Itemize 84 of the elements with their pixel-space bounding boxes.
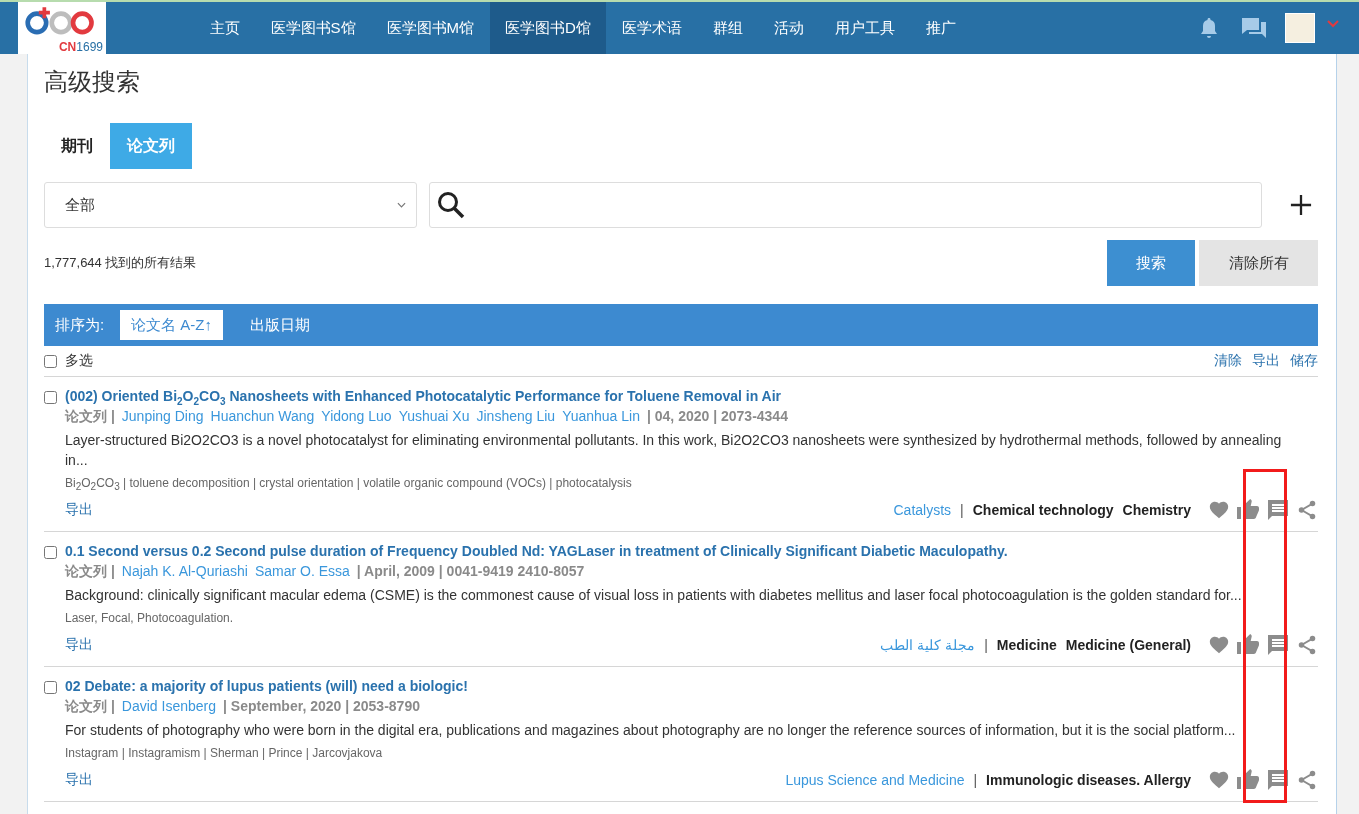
- author-link[interactable]: Yuanhua Lin: [562, 406, 640, 426]
- author-link[interactable]: Jinsheng Liu: [476, 406, 556, 426]
- export-link[interactable]: 导出: [65, 636, 93, 654]
- keywords-text: Laser, Focal, Photocoagulation.: [65, 610, 235, 627]
- share-icon[interactable]: [1296, 634, 1318, 656]
- comment-icon[interactable]: [1266, 498, 1290, 522]
- author-link[interactable]: David Isenberg: [121, 696, 216, 716]
- author-link[interactable]: Yushuai Xu: [398, 406, 470, 426]
- subject-label: Medicine (General): [1065, 637, 1191, 653]
- thumbs-up-icon[interactable]: [1236, 768, 1260, 792]
- nav-link[interactable]: 主页: [194, 2, 255, 54]
- avatar-thumbnail[interactable]: [1285, 13, 1315, 43]
- heart-icon[interactable]: [1208, 769, 1230, 791]
- select-all-checkbox[interactable]: [44, 354, 57, 368]
- page-title: 高级搜索: [44, 67, 141, 97]
- separator-text: |: [973, 772, 978, 788]
- abstract-text: For students of photography who were born in the digital era, publications and magazines about photography are no longer the reference sources of information, but it is the social platform...: [65, 721, 1237, 740]
- sort-label: 排序为:: [55, 315, 105, 335]
- subject-label: Chemical technology: [972, 502, 1114, 518]
- nav-link[interactable]: 活动: [758, 2, 820, 54]
- comment-icon[interactable]: [1266, 768, 1290, 792]
- author-link[interactable]: Huanchun Wang: [210, 406, 315, 426]
- chevron-down-icon: [397, 202, 406, 208]
- nav-link[interactable]: 推广: [910, 2, 972, 54]
- comment-icon[interactable]: [1266, 633, 1290, 657]
- subject-label: Medicine: [996, 637, 1057, 653]
- author-link[interactable]: Junping Ding: [121, 406, 204, 426]
- sort-option[interactable]: 出版日期: [239, 310, 321, 340]
- article-type: 论文列 |: [65, 562, 115, 581]
- article-title-link[interactable]: 0.1 Second versus 0.2 Second pulse duration of Frequency Doubled Nd: YAGLaser in treatment of Clinically Significant Diabetic Maculopathy.: [65, 542, 1318, 561]
- scope-dropdown[interactable]: 全部: [44, 182, 417, 228]
- heart-icon[interactable]: [1208, 499, 1230, 521]
- sort-option[interactable]: 论文名 A-Z↑: [120, 310, 223, 340]
- plus-icon[interactable]: [1290, 194, 1312, 216]
- toolbar-link[interactable]: 储存: [1290, 352, 1318, 370]
- separator-text: |: [984, 637, 988, 653]
- heart-icon[interactable]: [1208, 634, 1230, 656]
- search-icon: [437, 191, 465, 219]
- select-checkbox[interactable]: [44, 546, 57, 559]
- export-link[interactable]: 导出: [65, 771, 93, 789]
- abstract-text: Layer-structured Bi2O2CO3 is a novel photocatalyst for eliminating environmental pollutants. In this work, Bi2O2CO3 nanosheets were synthesized by hydrothermal methods, followed by annealing in...: [65, 431, 1283, 470]
- nav-link[interactable]: 用户工具: [819, 2, 911, 54]
- keywords-text: Instagram | Instagramism | Sherman | Prince | Jarcovjakova: [65, 745, 384, 762]
- separator-text: |: [960, 502, 964, 518]
- journal-link[interactable]: Lupus Science and Medicine: [785, 772, 965, 788]
- share-icon[interactable]: [1296, 769, 1318, 791]
- keywords-text: Bi$_{2}$O$_{2}$CO$_{3}$ | toluene decomposition | crystal orientation | volatile organic compound (VOCs) | photocatalysis: [65, 475, 633, 492]
- journal-link[interactable]: مجلة كلية الطب: [880, 637, 976, 653]
- toolbar-link[interactable]: 清除: [1214, 352, 1242, 370]
- journal-link[interactable]: Catalysts: [893, 502, 952, 518]
- select-all-label: 多选: [65, 352, 93, 370]
- nav-link[interactable]: 群组: [697, 2, 759, 54]
- nav-link[interactable]: 医学图书S馆: [255, 2, 371, 54]
- select-checkbox[interactable]: [44, 391, 57, 404]
- author-link[interactable]: Najah K. Al-Quriashi: [121, 561, 248, 581]
- nav-link[interactable]: 医学图书D馆: [489, 2, 607, 54]
- toolbar-link[interactable]: 导出: [1252, 352, 1280, 370]
- share-icon[interactable]: [1296, 499, 1318, 521]
- nav-link[interactable]: 医学图书M馆: [371, 2, 490, 54]
- article-title-link[interactable]: 02 Debate: a majority of lupus patients (will) need a biologic!: [65, 677, 1318, 696]
- thumbs-up-icon[interactable]: [1236, 498, 1260, 522]
- site-logo[interactable]: CN1699: [18, 2, 106, 54]
- export-link[interactable]: 导出: [65, 501, 93, 519]
- select-checkbox[interactable]: [44, 681, 57, 694]
- publication-info: | 04, 2020 | 2073-4344: [647, 407, 788, 426]
- abstract-text: Background: clinically significant macular edema (CSME) is the commonest cause of visual loss in patients with diabetes mellitus and laser focal photocoagulation is the golden standard for...: [65, 586, 1243, 605]
- logo-text: CN1699: [58, 40, 103, 54]
- result-count: 1,777,644 找到的所有结果: [44, 254, 197, 272]
- publication-info: | April, 2009 | 0041-9419 2410-8057: [356, 562, 585, 581]
- article-type: 论文列 |: [65, 697, 115, 716]
- subject-label: Immunologic diseases. Allergy: [986, 772, 1191, 788]
- chat-icon[interactable]: [1241, 16, 1267, 40]
- article-title-link[interactable]: (002) Oriented Bi$_{2}$O$_{2}$CO$_{3}$ Nanosheets with Enhanced Photocatalytic Performance for Toluene Removal in Air: [65, 387, 1318, 406]
- article-type: 论文列 |: [65, 407, 115, 426]
- search-button[interactable]: 搜索: [1107, 240, 1195, 286]
- thumbs-up-icon[interactable]: [1236, 633, 1260, 657]
- publication-info: | September, 2020 | 2053-8790: [223, 697, 420, 716]
- author-link[interactable]: Samar O. Essa: [254, 561, 350, 581]
- author-link[interactable]: Yidong Luo: [321, 406, 392, 426]
- clear-all-button[interactable]: 清除所有: [1199, 240, 1318, 286]
- subject-label: Chemistry: [1122, 502, 1191, 518]
- tab[interactable]: 期刊: [44, 123, 110, 169]
- search-field[interactable]: [429, 182, 1262, 228]
- nav-link[interactable]: 医学术语: [606, 2, 698, 54]
